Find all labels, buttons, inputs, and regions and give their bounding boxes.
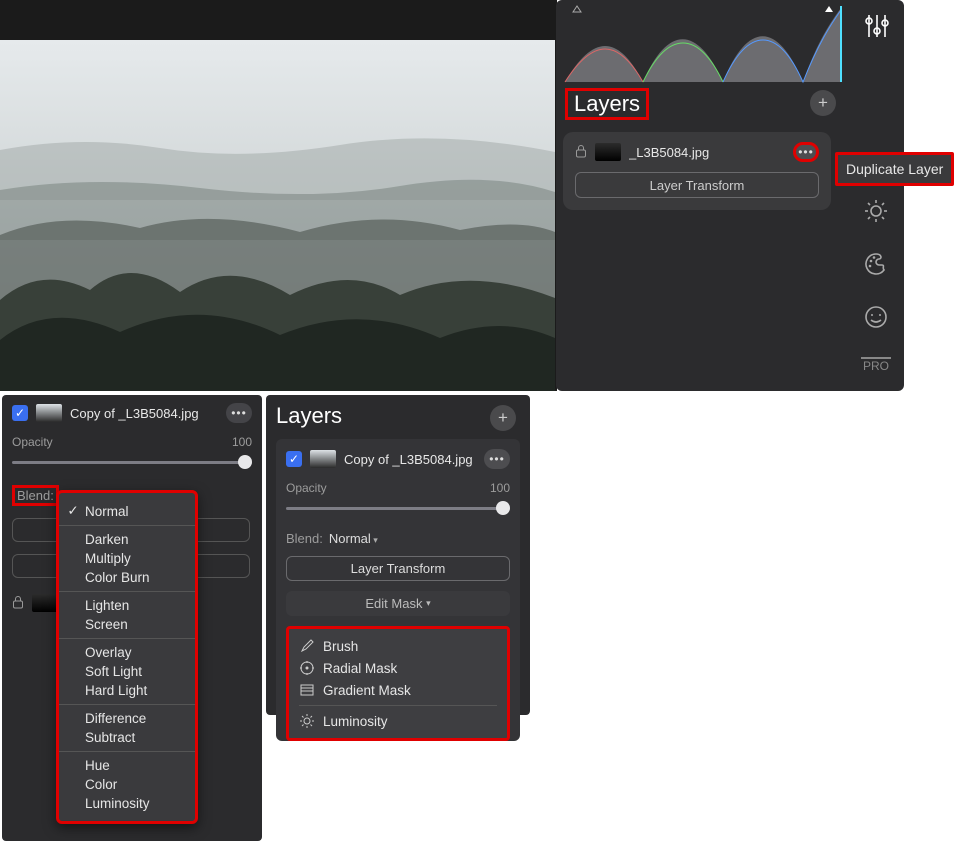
layers-header: Layers + bbox=[563, 88, 838, 120]
opacity-label: Opacity bbox=[286, 481, 327, 495]
layer-name: Copy of _L3B5084.jpg bbox=[344, 452, 476, 467]
blend-option-lighten[interactable]: Lighten bbox=[59, 596, 195, 615]
layers-panel-expanded: Layers + ✓ Copy of _L3B5084.jpg ••• Opac… bbox=[266, 395, 530, 715]
opacity-slider[interactable] bbox=[286, 499, 510, 517]
blend-label: Blend: bbox=[286, 531, 323, 546]
layer-name: Copy of _L3B5084.jpg bbox=[70, 406, 218, 421]
blend-option-darken[interactable]: Darken bbox=[59, 530, 195, 549]
add-layer-button[interactable]: + bbox=[490, 405, 516, 431]
mask-luminosity[interactable]: Luminosity bbox=[299, 710, 497, 732]
layer-transform-button[interactable]: Layer Transform bbox=[286, 556, 510, 581]
opacity-value: 100 bbox=[232, 435, 252, 449]
landscape-svg bbox=[0, 40, 555, 391]
adjustments-tool-button[interactable] bbox=[854, 4, 898, 48]
layer-card[interactable]: ✓ Copy of _L3B5084.jpg ••• Opacity 100 B… bbox=[276, 439, 520, 741]
blend-option-hard-light[interactable]: Hard Light bbox=[59, 681, 195, 700]
blend-option-normal[interactable]: ✓Normal bbox=[59, 501, 195, 521]
blend-mode-menu[interactable]: ✓Normal DarkenMultiplyColor Burn LightenSc… bbox=[56, 490, 198, 824]
layer-options-button[interactable]: ••• bbox=[484, 449, 510, 469]
clip-warn-right-icon bbox=[825, 6, 833, 12]
blend-option-subtract[interactable]: Subtract bbox=[59, 728, 195, 747]
layer-options-button[interactable]: ••• bbox=[226, 403, 252, 423]
layer-thumb bbox=[595, 143, 621, 161]
blend-mode-dropdown[interactable]: Normal bbox=[329, 531, 378, 546]
edit-tool-rail: PRO bbox=[848, 198, 904, 373]
blend-option-hue[interactable]: Hue bbox=[59, 756, 195, 775]
palette-icon bbox=[863, 251, 889, 277]
clip-warn-left-icon bbox=[573, 6, 581, 12]
add-layer-button[interactable]: + bbox=[810, 90, 836, 116]
lock-icon bbox=[12, 595, 24, 612]
blend-option-luminosity[interactable]: Luminosity bbox=[59, 794, 195, 813]
blend-option-multiply[interactable]: Multiply bbox=[59, 549, 195, 568]
layer-thumb bbox=[36, 404, 62, 422]
blend-option-difference[interactable]: Difference bbox=[59, 709, 195, 728]
tool-rail bbox=[848, 0, 904, 48]
layers-title: Layers bbox=[565, 88, 649, 120]
exposure-tool-button[interactable] bbox=[863, 198, 889, 227]
layer-thumb bbox=[32, 594, 58, 612]
image-preview bbox=[0, 0, 557, 391]
opacity-value: 100 bbox=[490, 481, 510, 495]
layers-title: Layers bbox=[276, 403, 520, 429]
histogram bbox=[563, 4, 843, 84]
layer-visible-checkbox[interactable]: ✓ bbox=[12, 405, 28, 421]
edit-mask-button[interactable]: Edit Mask ▾ bbox=[286, 591, 510, 616]
layer-transform-button[interactable]: Layer Transform bbox=[575, 172, 819, 198]
portrait-tool-button[interactable] bbox=[863, 304, 889, 333]
layer-thumb bbox=[310, 450, 336, 468]
layer-card[interactable]: _L3B5084.jpg ••• Layer Transform bbox=[563, 132, 831, 210]
blend-label: Blend: bbox=[12, 485, 59, 506]
blend-option-color-burn[interactable]: Color Burn bbox=[59, 568, 195, 587]
mask-brush[interactable]: Brush bbox=[299, 635, 497, 657]
opacity-slider[interactable] bbox=[12, 453, 252, 471]
mask-tool-list: BrushRadial MaskGradient Mask Luminosity bbox=[286, 626, 510, 741]
lock-icon bbox=[575, 144, 587, 161]
blend-option-screen[interactable]: Screen bbox=[59, 615, 195, 634]
face-icon bbox=[863, 304, 889, 330]
layer-options-button[interactable]: ••• bbox=[793, 142, 819, 162]
duplicate-layer-tooltip: Duplicate Layer bbox=[835, 152, 954, 186]
color-tool-button[interactable] bbox=[863, 251, 889, 280]
blend-option-soft-light[interactable]: Soft Light bbox=[59, 662, 195, 681]
mask-radial-mask[interactable]: Radial Mask bbox=[299, 657, 497, 679]
blend-option-overlay[interactable]: Overlay bbox=[59, 643, 195, 662]
blend-option-color[interactable]: Color bbox=[59, 775, 195, 794]
layer-name: _L3B5084.jpg bbox=[629, 145, 785, 160]
pro-badge: PRO bbox=[861, 357, 891, 373]
mask-gradient-mask[interactable]: Gradient Mask bbox=[299, 679, 497, 701]
layer-visible-checkbox[interactable]: ✓ bbox=[286, 451, 302, 467]
sliders-icon bbox=[861, 11, 891, 41]
brightness-icon bbox=[863, 198, 889, 224]
opacity-label: Opacity bbox=[12, 435, 53, 449]
